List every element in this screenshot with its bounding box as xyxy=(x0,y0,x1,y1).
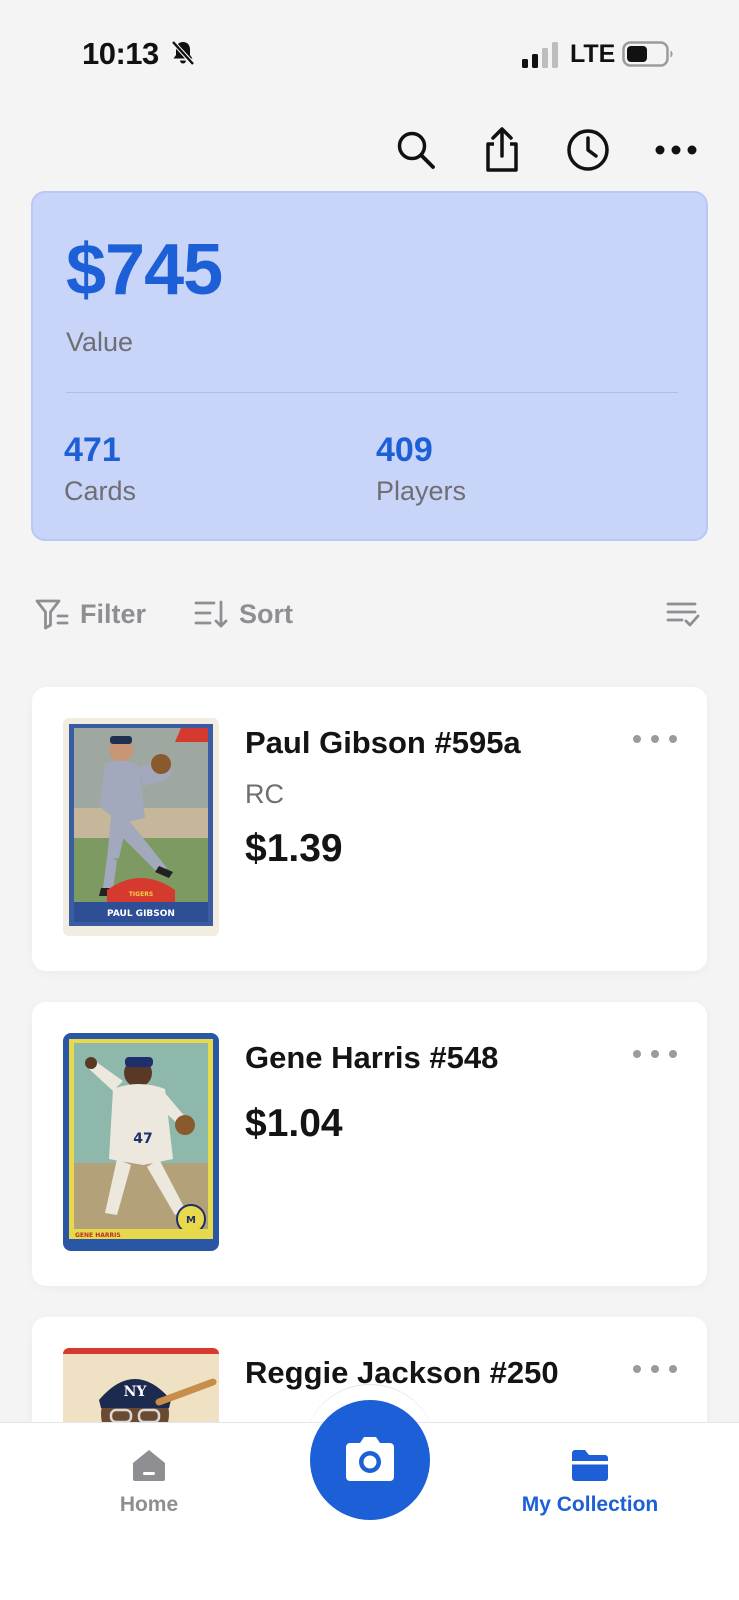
card-more-button[interactable] xyxy=(633,1042,677,1066)
folder-icon xyxy=(572,1450,608,1481)
more-dot xyxy=(669,1050,677,1058)
camera-icon xyxy=(346,1437,394,1481)
more-dot xyxy=(669,1365,677,1373)
silent-bell-icon xyxy=(171,40,195,66)
share-icon xyxy=(486,127,518,172)
history-button[interactable] xyxy=(560,122,616,178)
more-dot xyxy=(651,1050,659,1058)
cards-count: 471 xyxy=(64,431,121,469)
home-icon xyxy=(133,1450,165,1481)
players-label: Players xyxy=(376,476,467,506)
filter-sort-toolbar: Filter Sort xyxy=(0,590,739,640)
tab-my-collection-label: My Collection xyxy=(521,1493,659,1516)
more-dot xyxy=(633,1365,641,1373)
card-more-button[interactable] xyxy=(633,1357,677,1381)
card-list-item[interactable]: 47 M GENE HARRIS Gene Harris #548 $1.04 xyxy=(32,1002,707,1286)
svg-text:NY: NY xyxy=(124,1384,148,1400)
summary-divider xyxy=(66,392,678,393)
card-image: PAUL GIBSON TIGERS xyxy=(63,718,219,936)
filter-icon xyxy=(35,599,69,630)
sort-label: Sort xyxy=(239,598,293,629)
search-button[interactable] xyxy=(388,122,444,178)
card-title: Gene Harris #548 xyxy=(245,1040,499,1075)
collection-summary-card: $745 Value 471 Cards 409 Players xyxy=(31,191,708,541)
sort-button[interactable]: Sort xyxy=(193,594,293,634)
card-subtitle: RC xyxy=(245,779,284,809)
players-count: 409 xyxy=(376,431,433,469)
tab-my-collection[interactable]: My Collection xyxy=(505,1445,675,1517)
cards-label: Cards xyxy=(64,476,137,506)
card-title: Paul Gibson #595a xyxy=(245,725,521,760)
status-bar: 10:13 LTE xyxy=(0,0,739,110)
network-label: LTE xyxy=(570,40,616,68)
more-icon xyxy=(655,145,697,155)
svg-text:M: M xyxy=(186,1215,196,1226)
svg-text:GENE HARRIS: GENE HARRIS xyxy=(75,1232,121,1239)
value-label: Value xyxy=(66,327,134,357)
select-mode-button[interactable] xyxy=(665,594,701,634)
filter-label: Filter xyxy=(80,598,147,629)
tab-home[interactable]: Home xyxy=(103,1445,195,1517)
top-actions xyxy=(0,120,739,180)
signal-icon xyxy=(522,42,558,68)
card-image: 47 M GENE HARRIS xyxy=(63,1033,219,1251)
more-dot xyxy=(651,1365,659,1373)
card-price: $1.39 xyxy=(245,827,343,870)
svg-text:PAUL GIBSON: PAUL GIBSON xyxy=(107,909,175,919)
app-screen: 10:13 LTE $745 Value 471 Cards 409 Playe… xyxy=(0,0,739,1600)
card-list-item[interactable]: PAUL GIBSON TIGERS Paul Gibson #595a RC … xyxy=(32,687,707,971)
filter-button[interactable]: Filter xyxy=(34,594,146,634)
svg-text:TIGERS: TIGERS xyxy=(129,891,153,898)
card-more-button[interactable] xyxy=(633,727,677,751)
total-value: $745 xyxy=(66,230,223,310)
card-title: Reggie Jackson #250 xyxy=(245,1355,559,1390)
share-button[interactable] xyxy=(474,122,530,178)
more-dot xyxy=(669,735,677,743)
more-dot xyxy=(633,1050,641,1058)
paul-gibson-card-image: PAUL GIBSON TIGERS xyxy=(63,718,219,936)
sort-icon xyxy=(194,600,228,628)
gene-harris-card-image: 47 M GENE HARRIS xyxy=(63,1033,219,1251)
battery-icon xyxy=(622,41,673,67)
camera-scan-button[interactable] xyxy=(310,1400,430,1520)
more-dot xyxy=(633,735,641,743)
svg-text:47: 47 xyxy=(133,1131,152,1147)
history-icon xyxy=(567,129,609,171)
checklist-icon xyxy=(666,602,700,627)
more-dot xyxy=(651,735,659,743)
status-time: 10:13 xyxy=(82,36,159,71)
more-button[interactable] xyxy=(648,122,704,178)
search-icon xyxy=(397,131,435,169)
tab-home-label: Home xyxy=(119,1493,179,1516)
card-price: $1.04 xyxy=(245,1102,343,1145)
